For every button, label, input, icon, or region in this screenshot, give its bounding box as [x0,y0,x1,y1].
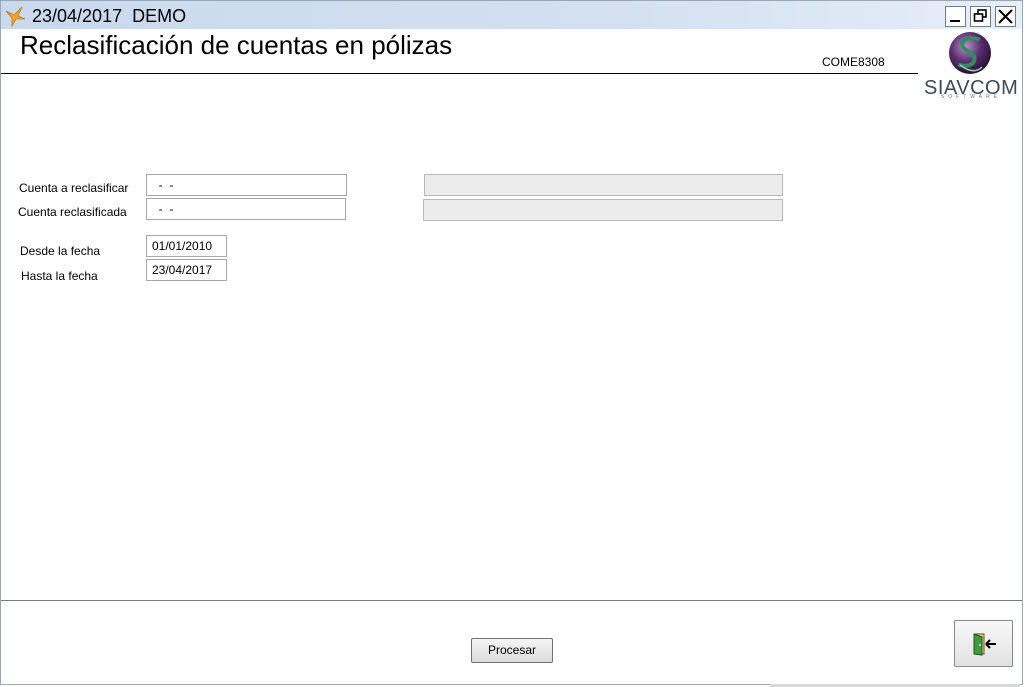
close-button[interactable] [995,6,1016,27]
cuenta-reclasificada-description [423,199,783,221]
page-title: Reclasificación de cuentas en pólizas [20,30,453,60]
cuenta-reclasificar-label: Cuenta a reclasificar [19,181,129,195]
minimize-icon [950,20,960,22]
restore-icon [973,9,987,22]
restore-button[interactable] [970,6,991,27]
desde-fecha-label: Desde la fecha [20,244,101,258]
procesar-button[interactable]: Procesar [471,638,553,663]
title-bar[interactable]: 23/04/2017 DEMO [1,1,1022,29]
cuenta-reclasificar-description [424,174,783,196]
close-icon [998,9,1013,24]
exit-door-icon [973,633,996,656]
window-title: 23/04/2017 DEMO [32,6,187,26]
logo-subtext: SOFTWARE [940,94,1002,100]
hasta-fecha-input[interactable]: 23/04/2017 [146,259,227,281]
cuenta-reclasificada-input[interactable]: - - [146,198,346,220]
footer-divider [1,600,1022,601]
cuenta-reclasificada-label: Cuenta reclasificada [18,205,127,219]
exit-button[interactable] [954,620,1013,667]
header-divider [1,73,918,74]
minimize-button[interactable] [945,6,966,27]
cuenta-reclasificar-input[interactable]: - - [146,174,347,196]
app-icon [5,6,26,27]
form-code: COME8308 [822,55,885,69]
app-window: 23/04/2017 DEMO Reclasificación de cuent… [0,0,1023,685]
hasta-fecha-label: Hasta la fecha [21,269,98,283]
desde-fecha-input[interactable]: 01/01/2010 [146,235,227,257]
